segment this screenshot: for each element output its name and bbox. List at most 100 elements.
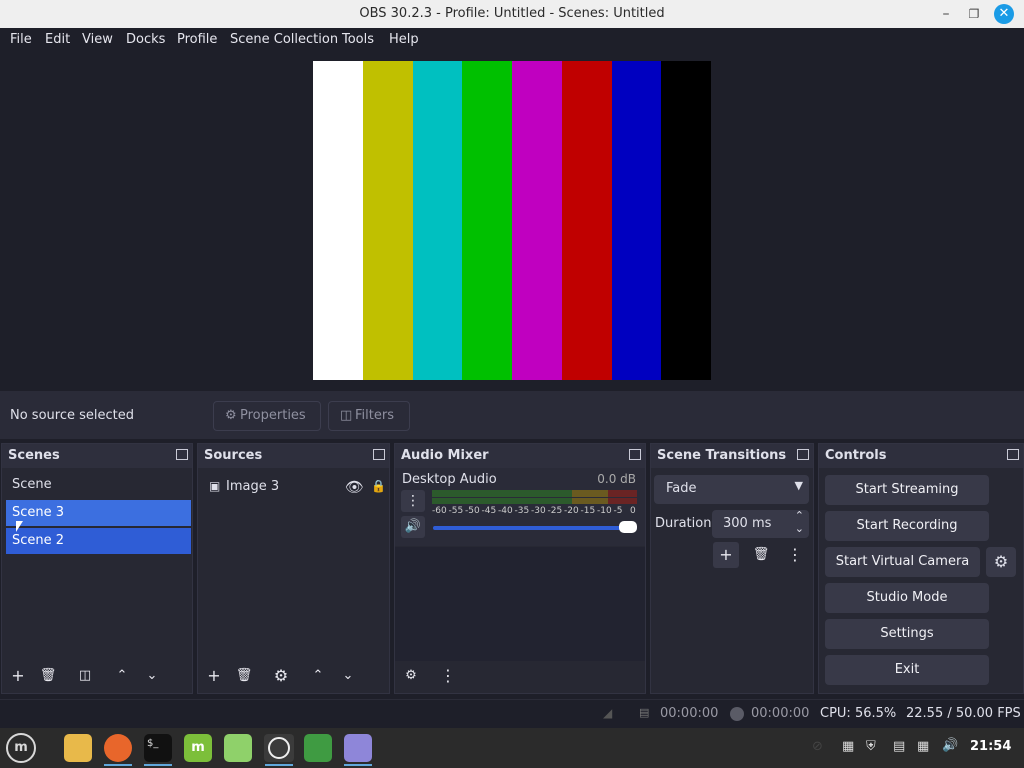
trash-icon[interactable]: 🗑 — [231, 663, 257, 689]
transition-select[interactable]: Fade ▼ — [654, 475, 809, 504]
menu-dots-icon[interactable]: ⋮ — [782, 542, 808, 568]
volume-icon[interactable]: 🔊 — [942, 738, 958, 753]
restore-icon[interactable]: ❐ — [964, 4, 984, 24]
volume-slider[interactable] — [433, 526, 637, 530]
float-icon[interactable] — [797, 449, 809, 460]
terminal-icon[interactable]: $_ — [144, 734, 172, 762]
mint-menu-icon[interactable]: m — [6, 733, 36, 763]
eye-icon[interactable]: 👁 — [345, 478, 364, 496]
float-icon[interactable] — [176, 449, 188, 460]
chevron-up-icon[interactable]: ⌃ — [109, 663, 135, 689]
scene-item[interactable]: Scene 2 — [6, 528, 191, 554]
audio-channel: Desktop Audio 0.0 dB ⋮ -60 -55 -50 -45 -40 -3… — [395, 468, 645, 546]
menu-file[interactable]: File — [10, 32, 32, 47]
mouse-cursor-icon — [16, 521, 23, 532]
color-bar — [561, 61, 612, 380]
channel-level: 0.0 dB — [597, 472, 636, 486]
update-icon[interactable]: ▤ — [893, 739, 905, 754]
clipboard-icon[interactable]: ▦ — [842, 739, 854, 754]
exit-button[interactable]: Exit — [825, 655, 989, 685]
fps-readout: 22.55 / 50.00 FPS — [906, 706, 1021, 721]
float-icon[interactable] — [373, 449, 385, 460]
chevron-down-icon[interactable]: ⌄ — [335, 663, 361, 689]
block-icon: ⊘ — [812, 739, 823, 754]
status-bar: ◢ ▤ 00:00:00 00:00:00 CPU: 56.5% 22.55 /… — [0, 699, 1024, 727]
sources-title: Sources — [198, 444, 389, 468]
meter-scale-label: -40 — [498, 506, 513, 516]
minimize-icon[interactable]: – — [936, 4, 956, 24]
properties-button[interactable]: ⚙ Properties — [213, 401, 321, 431]
studio-mode-button[interactable]: Studio Mode — [825, 583, 989, 613]
scene-transitions-dock: Scene Transitions Fade ▼ Duration 300 ms… — [650, 443, 814, 694]
gear-icon[interactable]: ⚙ — [268, 663, 294, 689]
menu-help[interactable]: Help — [389, 32, 419, 47]
float-icon[interactable] — [1007, 449, 1019, 460]
meter-scale-label: -30 — [531, 506, 546, 516]
volume-slider-handle[interactable] — [619, 521, 637, 533]
menu-view[interactable]: View — [82, 32, 113, 47]
scene-item[interactable]: Scene — [6, 472, 191, 498]
channel-name: Desktop Audio — [402, 472, 497, 487]
add-icon[interactable]: + — [713, 542, 739, 568]
color-bar — [412, 61, 463, 380]
start-streaming-button[interactable]: Start Streaming — [825, 475, 989, 505]
network-icon[interactable]: ▦ — [917, 739, 929, 754]
trash-icon[interactable]: 🗑 — [35, 663, 61, 689]
text-editor-icon[interactable] — [344, 734, 372, 762]
chevron-up-icon[interactable]: ⌃ — [795, 509, 804, 522]
meter-scale: -60 -55 -50 -45 -40 -35 -30 -25 -20 -15 -10 -5 0 — [432, 506, 642, 518]
add-icon[interactable]: + — [5, 663, 31, 689]
meter-scale-label: -15 — [580, 506, 596, 516]
menu-tools[interactable]: Tools — [342, 32, 374, 47]
menu-profile[interactable]: Profile — [177, 32, 217, 47]
filters-button[interactable]: ◫ Filters — [328, 401, 410, 431]
mintinstall-icon[interactable]: m — [184, 734, 212, 762]
filter-icon: ◫ — [340, 408, 353, 423]
stream-icon: ▤ — [639, 706, 650, 719]
taskbar: m $_ m ⊘ ▦ ⛨ ▤ ▦ 🔊 21:54 — [0, 728, 1024, 768]
calc-icon[interactable] — [224, 734, 252, 762]
meter-scale-label: -35 — [514, 506, 530, 516]
advanced-audio-gear-icon[interactable]: ⚙ — [398, 663, 424, 689]
trash-icon[interactable]: 🗑 — [748, 542, 774, 568]
chevron-down-icon[interactable]: ⌄ — [795, 522, 804, 535]
firefox-icon[interactable] — [104, 734, 132, 762]
cpu-usage: CPU: 56.5% — [820, 706, 897, 721]
menu-dots-icon[interactable]: ⋮ — [435, 663, 461, 689]
color-bar — [611, 61, 662, 380]
color-bar — [313, 61, 363, 380]
meter-scale-label: 0 — [630, 506, 636, 516]
chevron-up-icon[interactable]: ⌃ — [305, 663, 331, 689]
menu-docks[interactable]: Docks — [126, 32, 165, 47]
menu-scene-collection[interactable]: Scene Collection — [230, 32, 338, 47]
meter-scale-label: -20 — [564, 506, 579, 516]
virtual-camera-gear-icon[interactable]: ⚙ — [986, 547, 1016, 577]
menu-dots-icon[interactable]: ⋮ — [401, 490, 425, 512]
chevron-down-icon: ▼ — [794, 479, 803, 492]
files-icon[interactable] — [64, 734, 92, 762]
source-item[interactable]: ▣ Image 3 👁 🔒 — [206, 478, 386, 500]
obs-taskbar-icon[interactable] — [264, 734, 294, 762]
lock-icon[interactable]: 🔒 — [371, 479, 386, 493]
shield-icon[interactable] — [304, 734, 332, 762]
scene-item-selected[interactable]: Scene 3 — [6, 500, 191, 526]
menu-edit[interactable]: Edit — [45, 32, 70, 47]
float-icon[interactable] — [629, 449, 641, 460]
speaker-icon[interactable]: 🔊 — [401, 516, 425, 538]
settings-button[interactable]: Settings — [825, 619, 989, 649]
meter-scale-label: -5 — [613, 506, 623, 516]
filter-icon[interactable]: ◫ — [72, 663, 98, 689]
stream-time: 00:00:00 — [660, 706, 719, 721]
color-bar — [462, 61, 512, 380]
start-virtual-camera-button[interactable]: Start Virtual Camera — [825, 547, 980, 577]
add-icon[interactable]: + — [201, 663, 227, 689]
chevron-down-icon[interactable]: ⌄ — [139, 663, 165, 689]
record-time: 00:00:00 — [751, 706, 810, 721]
title-bar: OBS 30.2.3 - Profile: Untitled - Scenes:… — [0, 0, 1024, 28]
meter-scale-label: -10 — [597, 506, 612, 516]
start-recording-button[interactable]: Start Recording — [825, 511, 989, 541]
shield-tray-icon[interactable]: ⛨ — [866, 739, 876, 754]
duration-spinbox[interactable]: 300 ms ⌃ ⌄ — [712, 509, 809, 538]
close-icon[interactable]: ✕ — [994, 4, 1014, 24]
sources-dock: Sources ▣ Image 3 👁 🔒 + 🗑 ⚙ ⌃ ⌄ — [197, 443, 390, 694]
